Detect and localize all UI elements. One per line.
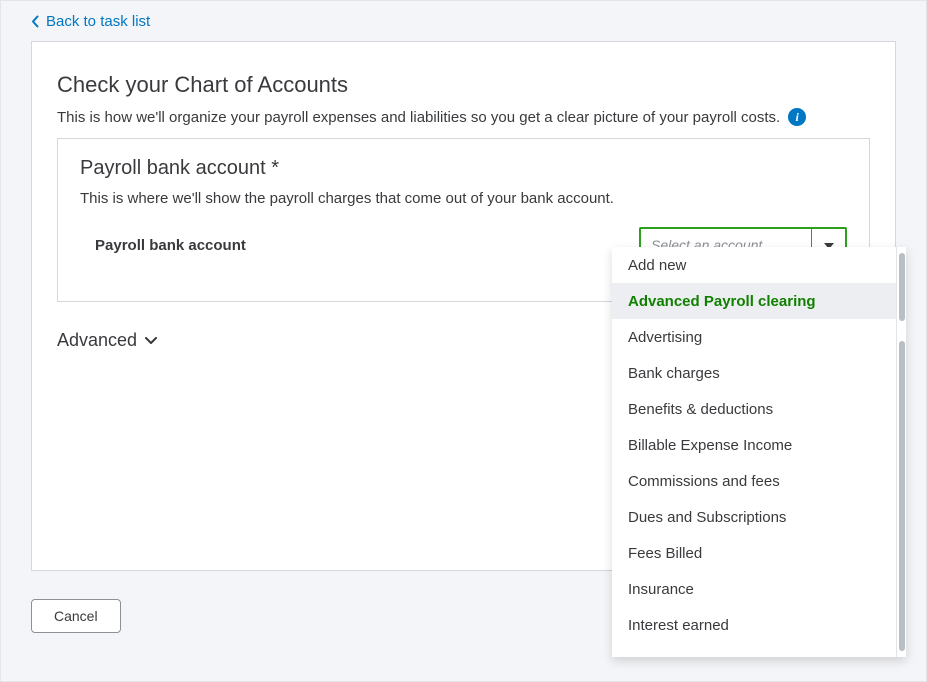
info-icon[interactable]: i — [788, 108, 806, 126]
page-title: Check your Chart of Accounts — [57, 72, 895, 98]
dropdown-option[interactable]: Advanced Payroll clearing — [612, 283, 896, 319]
back-link-text: Back to task list — [46, 13, 150, 30]
section-description: This is where we'll show the payroll cha… — [80, 190, 847, 207]
account-dropdown-list: Add newAdvanced Payroll clearingAdvertis… — [612, 247, 896, 657]
dropdown-option[interactable]: Benefits & deductions — [612, 391, 896, 427]
chevron-left-icon — [31, 15, 40, 28]
dropdown-scrollbar[interactable] — [896, 247, 906, 657]
back-to-task-list-link[interactable]: Back to task list — [31, 13, 150, 30]
advanced-toggle[interactable]: Advanced — [57, 330, 157, 351]
dropdown-option[interactable]: Dues and Subscriptions — [612, 499, 896, 535]
dropdown-option[interactable]: Fees Billed — [612, 535, 896, 571]
page-frame: Back to task list Check your Chart of Ac… — [0, 0, 927, 682]
dropdown-option[interactable]: Bank charges — [612, 355, 896, 391]
page-subtitle-row: This is how we'll organize your payroll … — [57, 108, 895, 126]
scrollbar-thumb-top[interactable] — [899, 253, 905, 321]
section-title: Payroll bank account * — [80, 157, 847, 180]
dropdown-option[interactable]: Add new — [612, 247, 896, 283]
scrollbar-thumb-bottom[interactable] — [899, 341, 905, 651]
dropdown-option[interactable]: Billable Expense Income — [612, 427, 896, 463]
page-subtitle-text: This is how we'll organize your payroll … — [57, 109, 780, 126]
advanced-label: Advanced — [57, 330, 137, 351]
cancel-button[interactable]: Cancel — [31, 599, 121, 633]
dropdown-option[interactable]: Interest earned — [612, 607, 896, 643]
dropdown-option[interactable]: Insurance — [612, 571, 896, 607]
account-dropdown-panel: Add newAdvanced Payroll clearingAdvertis… — [612, 247, 906, 657]
chevron-down-icon — [145, 337, 157, 345]
dropdown-option[interactable]: Advertising — [612, 319, 896, 355]
field-label: Payroll bank account — [95, 237, 246, 254]
dropdown-option[interactable]: Commissions and fees — [612, 463, 896, 499]
